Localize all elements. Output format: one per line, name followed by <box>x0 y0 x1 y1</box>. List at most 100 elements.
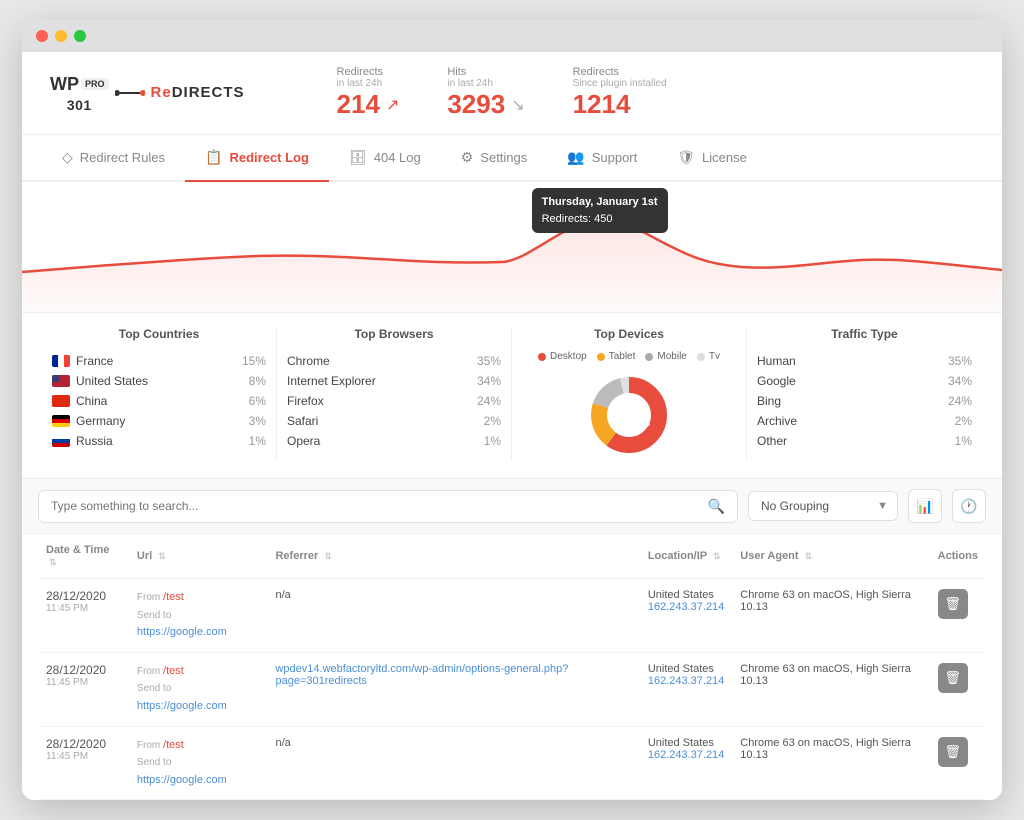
flag-france-icon <box>52 355 70 367</box>
tab-support[interactable]: 👥 Support <box>547 135 657 182</box>
logo-wp: WP <box>50 74 79 95</box>
country-china: China 6% <box>52 391 266 411</box>
row-sendto-link[interactable]: https://google.com <box>137 700 227 712</box>
support-icon: 👥 <box>567 149 584 166</box>
flag-china-icon <box>52 395 70 407</box>
cell-actions-1: 🗑 <box>930 652 986 726</box>
tab-settings[interactable]: ⚙ Settings <box>441 135 548 182</box>
logo-connector-icon <box>115 83 145 103</box>
legend-tv-label: Tv <box>709 351 720 362</box>
row-sendto-link[interactable]: https://google.com <box>137 774 227 786</box>
row-sendto-link[interactable]: https://google.com <box>137 626 227 638</box>
traffic-other-pct: 1% <box>955 434 972 448</box>
tab-404-log[interactable]: 🗄 404 Log <box>329 135 441 182</box>
sendto-label: Send to <box>137 610 171 621</box>
log-table: Date & Time ⇅ Url ⇅ Referrer ⇅ Location/… <box>38 534 986 800</box>
logo-pro: PRO <box>81 78 109 90</box>
tab-redirect-log[interactable]: 📋 Redirect Log <box>185 135 329 182</box>
legend-desktop: Desktop <box>538 351 587 362</box>
delete-row-button[interactable]: 🗑 <box>938 663 968 693</box>
traffic-human: Human 35% <box>757 351 972 371</box>
browser-ie-pct: 34% <box>477 374 501 388</box>
row-from-link[interactable]: /test <box>163 739 184 751</box>
row-referrer-link[interactable]: wpdev14.webfactoryltd.com/wp-admin/optio… <box>275 663 568 687</box>
country-us-pct: 8% <box>249 374 266 388</box>
tab-support-label: Support <box>592 150 638 165</box>
close-dot[interactable] <box>36 30 48 42</box>
traffic-human-name: Human <box>757 354 796 368</box>
legend-mobile-label: Mobile <box>657 351 686 362</box>
stat-hits-24h: Hits in last 24h 3293 ↘ <box>447 66 524 120</box>
row-from-link[interactable]: /test <box>163 665 184 677</box>
license-icon: 🛡 <box>677 149 695 166</box>
tab-bar: ◇ Redirect Rules 📋 Redirect Log 🗄 404 Lo… <box>22 135 1002 182</box>
col-location[interactable]: Location/IP ⇅ <box>640 534 732 579</box>
stat-redirects-24h: Redirects in last 24h 214 ↗ <box>337 66 400 120</box>
history-button[interactable]: 🕐 <box>952 489 986 523</box>
title-bar <box>22 20 1002 52</box>
traffic-archive-name: Archive <box>757 414 797 428</box>
sort-datetime-icon: ⇅ <box>49 557 57 567</box>
top-browsers: Top Browsers Chrome 35% Internet Explore… <box>277 327 512 460</box>
col-referrer[interactable]: Referrer ⇅ <box>267 534 639 579</box>
row-referrer: n/a <box>275 737 290 749</box>
cell-datetime-2: 28/12/2020 11:45 PM <box>38 726 129 800</box>
sendto-label: Send to <box>137 683 171 694</box>
browser-opera-name: Opera <box>287 434 320 448</box>
cell-actions-2: 🗑 <box>930 726 986 800</box>
grouping-select[interactable]: No Grouping By URL By Referrer By Locati… <box>748 491 898 521</box>
donut-chart: 20% 60% 16% <box>584 370 674 460</box>
flag-germany-icon <box>52 415 70 427</box>
row-useragent: Chrome 63 on macOS, High Sierra 10.13 <box>740 589 911 613</box>
tab-license[interactable]: 🛡 License <box>657 135 767 182</box>
settings-icon: ⚙ <box>461 149 474 166</box>
country-russia-pct: 1% <box>249 434 266 448</box>
browser-safari-name: Safari <box>287 414 318 428</box>
traffic-archive-pct: 2% <box>955 414 972 428</box>
row-ip[interactable]: 162.243.37.214 <box>648 601 724 613</box>
redirects-up-arrow: ↗ <box>386 95 399 115</box>
hits-down-arrow: ↘ <box>511 95 524 115</box>
search-input[interactable] <box>51 499 700 513</box>
app-window: WP PRO 301 ReDIRECTS <box>22 20 1002 800</box>
country-us: United States 8% <box>52 371 266 391</box>
stat-total-label: Redirects <box>573 66 667 78</box>
table-row: 28/12/2020 11:45 PM From /test Send to h… <box>38 652 986 726</box>
country-china-pct: 6% <box>249 394 266 408</box>
row-ip[interactable]: 162.243.37.214 <box>648 749 724 761</box>
sort-referrer-icon: ⇅ <box>324 551 332 561</box>
minimize-dot[interactable] <box>55 30 67 42</box>
col-useragent[interactable]: User Agent ⇅ <box>732 534 929 579</box>
delete-row-button[interactable]: 🗑 <box>938 737 968 767</box>
search-input-wrap[interactable]: 🔍 <box>38 490 738 523</box>
top-countries-title: Top Countries <box>52 327 266 341</box>
col-datetime[interactable]: Date & Time ⇅ <box>38 534 129 579</box>
clock-icon: 🕐 <box>960 498 977 515</box>
chart-view-button[interactable]: 📊 <box>908 489 942 523</box>
traffic-type: Traffic Type Human 35% Google 34% Bing 2… <box>747 327 982 460</box>
col-actions: Actions <box>930 534 986 579</box>
delete-row-button[interactable]: 🗑 <box>938 589 968 619</box>
404-log-icon: 🗄 <box>349 149 367 166</box>
cell-referrer-1: wpdev14.webfactoryltd.com/wp-admin/optio… <box>267 652 639 726</box>
row-ip[interactable]: 162.243.37.214 <box>648 675 724 687</box>
traffic-other: Other 1% <box>757 431 972 451</box>
row-date: 28/12/2020 <box>46 589 106 603</box>
country-france-name: France <box>76 354 113 368</box>
row-from-link[interactable]: /test <box>163 591 184 603</box>
maximize-dot[interactable] <box>74 30 86 42</box>
traffic-archive: Archive 2% <box>757 411 972 431</box>
svg-text:60%: 60% <box>636 421 651 428</box>
from-label: From <box>137 592 163 603</box>
cell-datetime-1: 28/12/2020 11:45 PM <box>38 652 129 726</box>
tab-redirect-rules[interactable]: ◇ Redirect Rules <box>42 135 185 182</box>
country-us-name: United States <box>76 374 148 388</box>
grouping-select-wrap[interactable]: No Grouping By URL By Referrer By Locati… <box>748 491 898 521</box>
country-russia-name: Russia <box>76 434 113 448</box>
top-devices-title: Top Devices <box>594 327 664 341</box>
search-bar: 🔍 No Grouping By URL By Referrer By Loca… <box>22 478 1002 534</box>
cell-location-2: United States 162.243.37.214 <box>640 726 732 800</box>
browser-firefox-name: Firefox <box>287 394 324 408</box>
col-url[interactable]: Url ⇅ <box>129 534 268 579</box>
tab-settings-label: Settings <box>480 150 527 165</box>
